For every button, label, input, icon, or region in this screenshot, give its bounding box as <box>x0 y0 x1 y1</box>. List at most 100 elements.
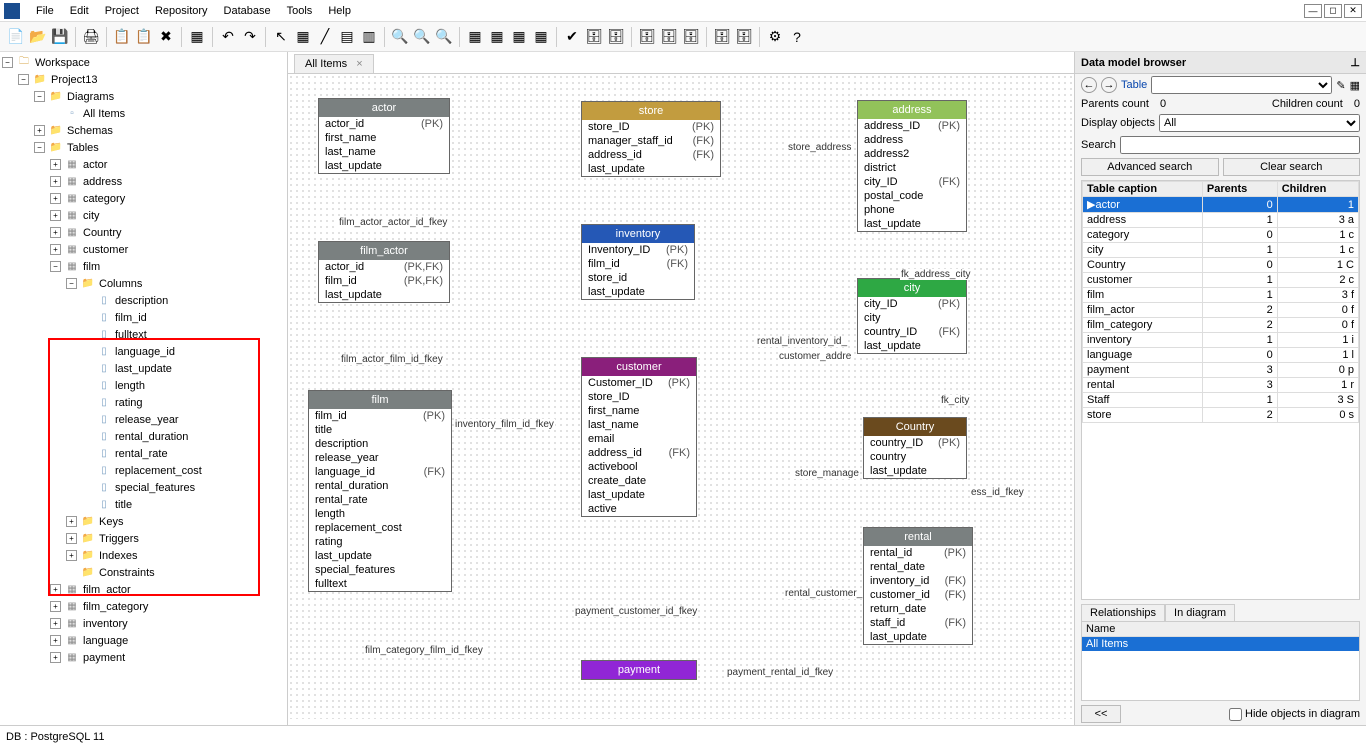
tree-column-description[interactable]: ▯description <box>2 292 285 309</box>
tree-table-inventory[interactable]: +▦inventory <box>2 615 285 632</box>
tree-column-rental_rate[interactable]: ▯rental_rate <box>2 445 285 462</box>
col-caption[interactable]: Table caption <box>1083 182 1203 197</box>
table-row[interactable]: film_actor20 f <box>1083 303 1359 318</box>
menu-edit[interactable]: Edit <box>62 3 97 19</box>
expander-icon[interactable]: − <box>66 278 77 289</box>
table-row[interactable]: film13 f <box>1083 288 1359 303</box>
tree-column-film_id[interactable]: ▯film_id <box>2 309 285 326</box>
check-icon[interactable]: ✔ <box>562 27 582 47</box>
print-icon[interactable]: 🖨 <box>81 27 101 47</box>
copy-icon[interactable]: 📋 <box>112 27 132 47</box>
expander-icon[interactable]: + <box>50 601 61 612</box>
tree-diagrams[interactable]: −📁Diagrams <box>2 88 285 105</box>
tab-close-icon[interactable]: × <box>356 58 362 70</box>
tree-column-replacement_cost[interactable]: ▯replacement_cost <box>2 462 285 479</box>
opt-icon[interactable]: 🗄 <box>734 27 754 47</box>
tree-column-length[interactable]: ▯length <box>2 377 285 394</box>
table-row[interactable]: Country01 C <box>1083 258 1359 273</box>
tree-constraints[interactable]: 📁Constraints <box>2 564 285 581</box>
col-parents[interactable]: Parents <box>1202 182 1277 197</box>
tree-column-language_id[interactable]: ▯language_id <box>2 343 285 360</box>
minimize-icon[interactable]: — <box>1304 4 1322 18</box>
entity-customer[interactable]: customerCustomer_ID(PK)store_IDfirst_nam… <box>581 357 697 517</box>
table-select[interactable] <box>1151 76 1332 94</box>
expander-icon[interactable]: + <box>50 618 61 629</box>
tree-column-title[interactable]: ▯title <box>2 496 285 513</box>
menu-tools[interactable]: Tools <box>279 3 321 19</box>
expander-icon[interactable]: − <box>50 261 61 272</box>
entity-Country[interactable]: Countrycountry_ID(PK)countrylast_update <box>863 417 967 479</box>
tree-column-rating[interactable]: ▯rating <box>2 394 285 411</box>
back-button[interactable]: << <box>1081 705 1121 723</box>
zoomin-icon[interactable]: 🔍 <box>390 27 410 47</box>
menu-help[interactable]: Help <box>320 3 359 19</box>
entity-inventory[interactable]: inventoryInventory_ID(PK)film_id(FK)stor… <box>581 224 695 300</box>
tree-project[interactable]: −📁Project13 <box>2 71 285 88</box>
expander-icon[interactable]: − <box>34 142 45 153</box>
expander-icon[interactable]: − <box>34 91 45 102</box>
entity-store[interactable]: storestore_ID(PK)manager_staff_id(FK)add… <box>581 101 721 177</box>
table-icon[interactable]: ▦ <box>293 27 313 47</box>
tree-table-customer[interactable]: +▦customer <box>2 241 285 258</box>
tree-table-payment[interactable]: +▦payment <box>2 649 285 666</box>
edit-icon[interactable]: ✎ <box>1336 79 1345 92</box>
sync-icon[interactable]: 🗄 <box>712 27 732 47</box>
menu-file[interactable]: File <box>28 3 62 19</box>
tree-column-rental_duration[interactable]: ▯rental_duration <box>2 428 285 445</box>
expander-icon[interactable]: + <box>66 533 77 544</box>
tree-workspace[interactable]: −🗀Workspace <box>2 54 285 71</box>
expander-icon[interactable]: + <box>50 244 61 255</box>
tree-column-last_update[interactable]: ▯last_update <box>2 360 285 377</box>
tree-triggers[interactable]: +📁Triggers <box>2 530 285 547</box>
prop-icon[interactable]: ▦ <box>187 27 207 47</box>
table-row[interactable]: store20 s <box>1083 408 1359 423</box>
tree-indexes[interactable]: +📁Indexes <box>2 547 285 564</box>
tree-all-items[interactable]: ▫All Items <box>2 105 285 122</box>
expander-icon[interactable]: + <box>66 550 77 561</box>
entity-address[interactable]: addressaddress_ID(PK)addressaddress2dist… <box>857 100 967 232</box>
tree-column-special_features[interactable]: ▯special_features <box>2 479 285 496</box>
hide-objects-checkbox[interactable]: Hide objects in diagram <box>1229 708 1360 721</box>
undo-icon[interactable]: ↶ <box>218 27 238 47</box>
clear-search-button[interactable]: Clear search <box>1223 158 1361 176</box>
table-row[interactable]: language01 l <box>1083 348 1359 363</box>
expander-icon[interactable]: − <box>2 57 13 68</box>
note-icon[interactable]: ▤ <box>337 27 357 47</box>
nav-back-icon[interactable]: ← <box>1081 77 1097 93</box>
tab-relationships[interactable]: Relationships <box>1081 604 1165 621</box>
entity-rental[interactable]: rentalrental_id(PK)rental_dateinventory_… <box>863 527 973 645</box>
tree-table-address[interactable]: +▦address <box>2 173 285 190</box>
help-icon[interactable]: ? <box>787 27 807 47</box>
expander-icon[interactable]: + <box>50 584 61 595</box>
tree-columns[interactable]: −📁Columns <box>2 275 285 292</box>
project-tree-panel[interactable]: −🗀Workspace−📁Project13−📁Diagrams▫All Ite… <box>0 52 288 725</box>
stamp-icon[interactable]: ▥ <box>359 27 379 47</box>
redo-icon[interactable]: ↷ <box>240 27 260 47</box>
tree-column-fulltext[interactable]: ▯fulltext <box>2 326 285 343</box>
new-icon[interactable]: 📄 <box>6 27 26 47</box>
db2-icon[interactable]: 🗄 <box>606 27 626 47</box>
more-icon[interactable]: ▦ <box>1350 79 1360 92</box>
tree-table-category[interactable]: +▦category <box>2 190 285 207</box>
l4-icon[interactable]: ▦ <box>531 27 551 47</box>
table-row[interactable]: address13 a <box>1083 213 1359 228</box>
entity-payment[interactable]: payment <box>581 660 697 680</box>
delete-icon[interactable]: ✖ <box>156 27 176 47</box>
relationships-list[interactable]: Name All Items <box>1081 621 1360 701</box>
entity-city[interactable]: citycity_ID(PK)citycountry_ID(FK)last_up… <box>857 278 967 354</box>
entity-film_actor[interactable]: film_actoractor_id(PK,FK)film_id(PK,FK)l… <box>318 241 450 303</box>
zoomfit-icon[interactable]: 🔍 <box>434 27 454 47</box>
save-icon[interactable]: 💾 <box>50 27 70 47</box>
tree-table-language[interactable]: +▦language <box>2 632 285 649</box>
c1-icon[interactable]: 🗄 <box>637 27 657 47</box>
list-item[interactable]: All Items <box>1082 637 1359 651</box>
table-row[interactable]: customer12 c <box>1083 273 1359 288</box>
c2-icon[interactable]: 🗄 <box>659 27 679 47</box>
maximize-icon[interactable]: ◻ <box>1324 4 1342 18</box>
tree-table-film_actor[interactable]: +▦film_actor <box>2 581 285 598</box>
tree-table-film_category[interactable]: +▦film_category <box>2 598 285 615</box>
expander-icon[interactable]: + <box>50 176 61 187</box>
display-objects-select[interactable]: All <box>1159 114 1360 132</box>
expander-icon[interactable]: + <box>50 652 61 663</box>
table-row[interactable]: Staff13 S <box>1083 393 1359 408</box>
